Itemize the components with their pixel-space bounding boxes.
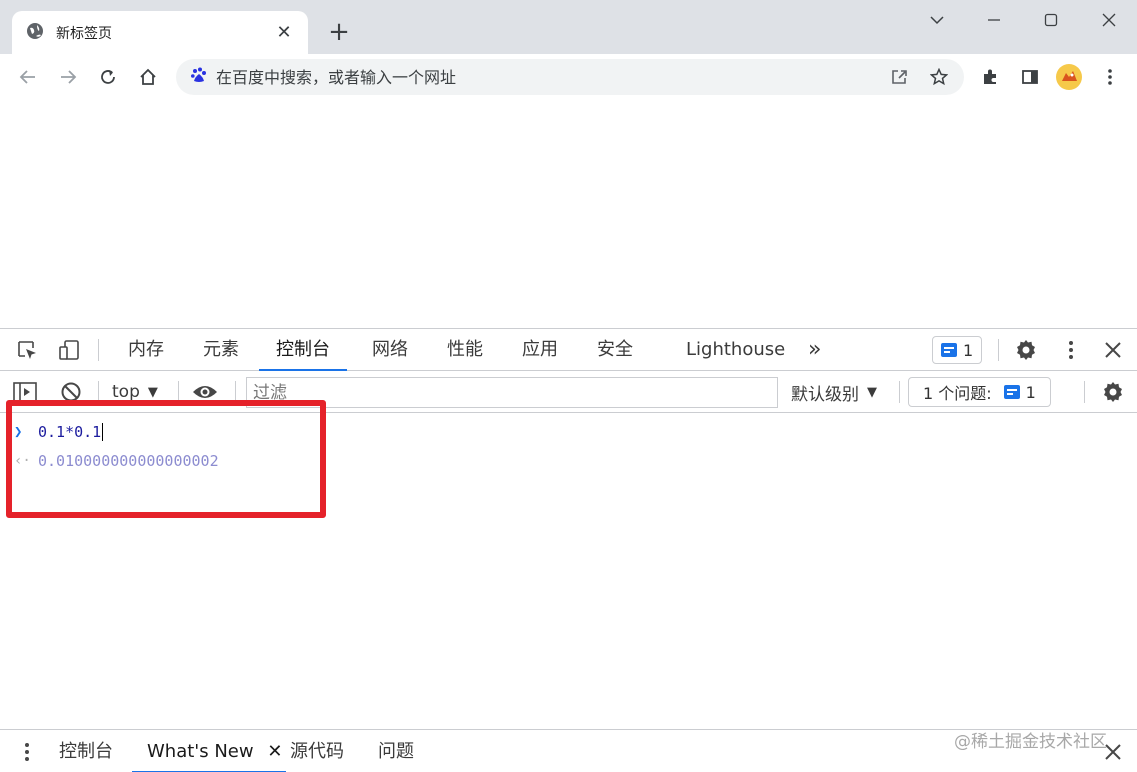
issues-button[interactable]: 1 个问题: 1	[908, 377, 1051, 407]
levels-label: 默认级别	[791, 384, 859, 405]
devtools-tabbar: 内存 元素 控制台 网络 性能 应用 安全 Lighthouse » 1	[0, 329, 1137, 371]
globe-icon	[26, 22, 44, 44]
divider	[98, 339, 99, 361]
divider	[235, 381, 236, 403]
issues-count: 1	[963, 340, 974, 360]
console-input-text: 0.1*0.1	[38, 423, 102, 441]
drawer-tab-whats-new[interactable]: What's New ✕	[132, 730, 287, 772]
avatar[interactable]	[1055, 63, 1083, 91]
forward-icon[interactable]	[54, 63, 82, 91]
tab-search-icon[interactable]	[917, 8, 957, 32]
maximize-icon[interactable]	[1031, 8, 1071, 32]
drawer-tab-issues[interactable]: 问题	[378, 730, 414, 772]
close-icon[interactable]: ✕	[267, 741, 282, 762]
more-tabs-icon[interactable]: »	[806, 329, 823, 371]
tab-application[interactable]: 应用	[520, 329, 560, 371]
device-toolbar-icon[interactable]	[55, 336, 83, 364]
watermark: @稀土掘金技术社区	[954, 732, 1107, 752]
tab-memory[interactable]: 内存	[126, 329, 166, 371]
back-icon[interactable]	[14, 63, 42, 91]
drawer-tab-console[interactable]: 控制台	[59, 730, 113, 772]
message-icon	[1003, 385, 1020, 399]
settings-gear-icon[interactable]	[1012, 336, 1040, 364]
tab-security[interactable]: 安全	[595, 329, 635, 371]
side-panel-icon[interactable]	[1016, 63, 1044, 91]
address-input[interactable]	[216, 67, 856, 87]
result-arrow-icon: ‹·	[14, 453, 31, 469]
caret-down-icon: ▼	[147, 384, 158, 400]
tab-console[interactable]: 控制台	[259, 329, 347, 371]
log-levels-select[interactable]: 默认级别 ▼	[791, 378, 877, 406]
tab-elements[interactable]: 元素	[201, 329, 241, 371]
tab-performance[interactable]: 性能	[445, 329, 485, 371]
divider	[178, 381, 179, 403]
console-toolbar: top ▼ 默认级别 ▼ 1 个问题: 1	[0, 371, 1137, 413]
filter-input[interactable]	[246, 377, 778, 408]
extensions-icon[interactable]	[976, 63, 1004, 91]
divider	[98, 381, 99, 403]
drawer-tab-label: What's New	[147, 741, 254, 762]
console-result-text: 0.010000000000000002	[38, 452, 219, 470]
clear-console-icon[interactable]	[57, 378, 85, 406]
tab-network[interactable]: 网络	[370, 329, 410, 371]
context-value: top	[112, 382, 140, 402]
tab-title: 新标签页	[56, 25, 112, 42]
console-input-line[interactable]: ❯ 0.1*0.1	[0, 418, 1137, 446]
context-select[interactable]: top ▼	[112, 378, 158, 406]
issues-count: 1	[1025, 382, 1036, 402]
issues-label: 1 个问题:	[923, 384, 992, 403]
caret-down-icon: ▼	[867, 384, 877, 400]
show-sidebar-icon[interactable]	[11, 378, 39, 406]
tab-lighthouse[interactable]: Lighthouse	[684, 329, 787, 371]
live-expression-eye-icon[interactable]	[191, 378, 219, 406]
home-icon[interactable]	[134, 63, 162, 91]
bookmark-star-icon[interactable]	[925, 63, 953, 91]
message-icon	[941, 343, 957, 357]
new-tab-button[interactable]: +	[325, 18, 353, 46]
divider	[998, 339, 999, 361]
console-result-line: ‹· 0.010000000000000002	[0, 447, 1137, 475]
page-content	[0, 100, 1137, 328]
divider	[899, 381, 900, 403]
menu-kebab-icon[interactable]	[1096, 63, 1124, 91]
devtools-panel: 内存 元素 控制台 网络 性能 应用 安全 Lighthouse » 1 top…	[0, 328, 1137, 772]
tab-strip: 新标签页 ✕ +	[0, 0, 1137, 54]
drawer-menu-icon[interactable]	[13, 738, 41, 766]
prompt-chevron-icon: ❯	[14, 424, 23, 440]
baidu-icon	[190, 66, 208, 88]
console-output[interactable]: ❯ 0.1*0.1 ‹· 0.010000000000000002	[0, 414, 1137, 730]
divider	[1084, 381, 1085, 403]
share-icon[interactable]	[885, 63, 913, 91]
issues-badge[interactable]: 1	[932, 336, 983, 364]
console-settings-gear-icon[interactable]	[1099, 378, 1127, 406]
close-window-icon[interactable]	[1089, 8, 1129, 32]
inspect-element-icon[interactable]	[13, 336, 41, 364]
browser-toolbar	[0, 54, 1137, 100]
reload-icon[interactable]	[94, 63, 122, 91]
devtools-menu-icon[interactable]	[1057, 336, 1085, 364]
browser-tab[interactable]: 新标签页 ✕	[12, 11, 308, 54]
drawer-tab-sources[interactable]: 源代码	[290, 730, 344, 772]
close-devtools-icon[interactable]	[1099, 336, 1127, 364]
text-caret	[102, 423, 104, 441]
minimize-icon[interactable]	[974, 8, 1014, 32]
omnibox[interactable]	[176, 59, 964, 95]
tab-close-icon[interactable]: ✕	[274, 22, 294, 43]
